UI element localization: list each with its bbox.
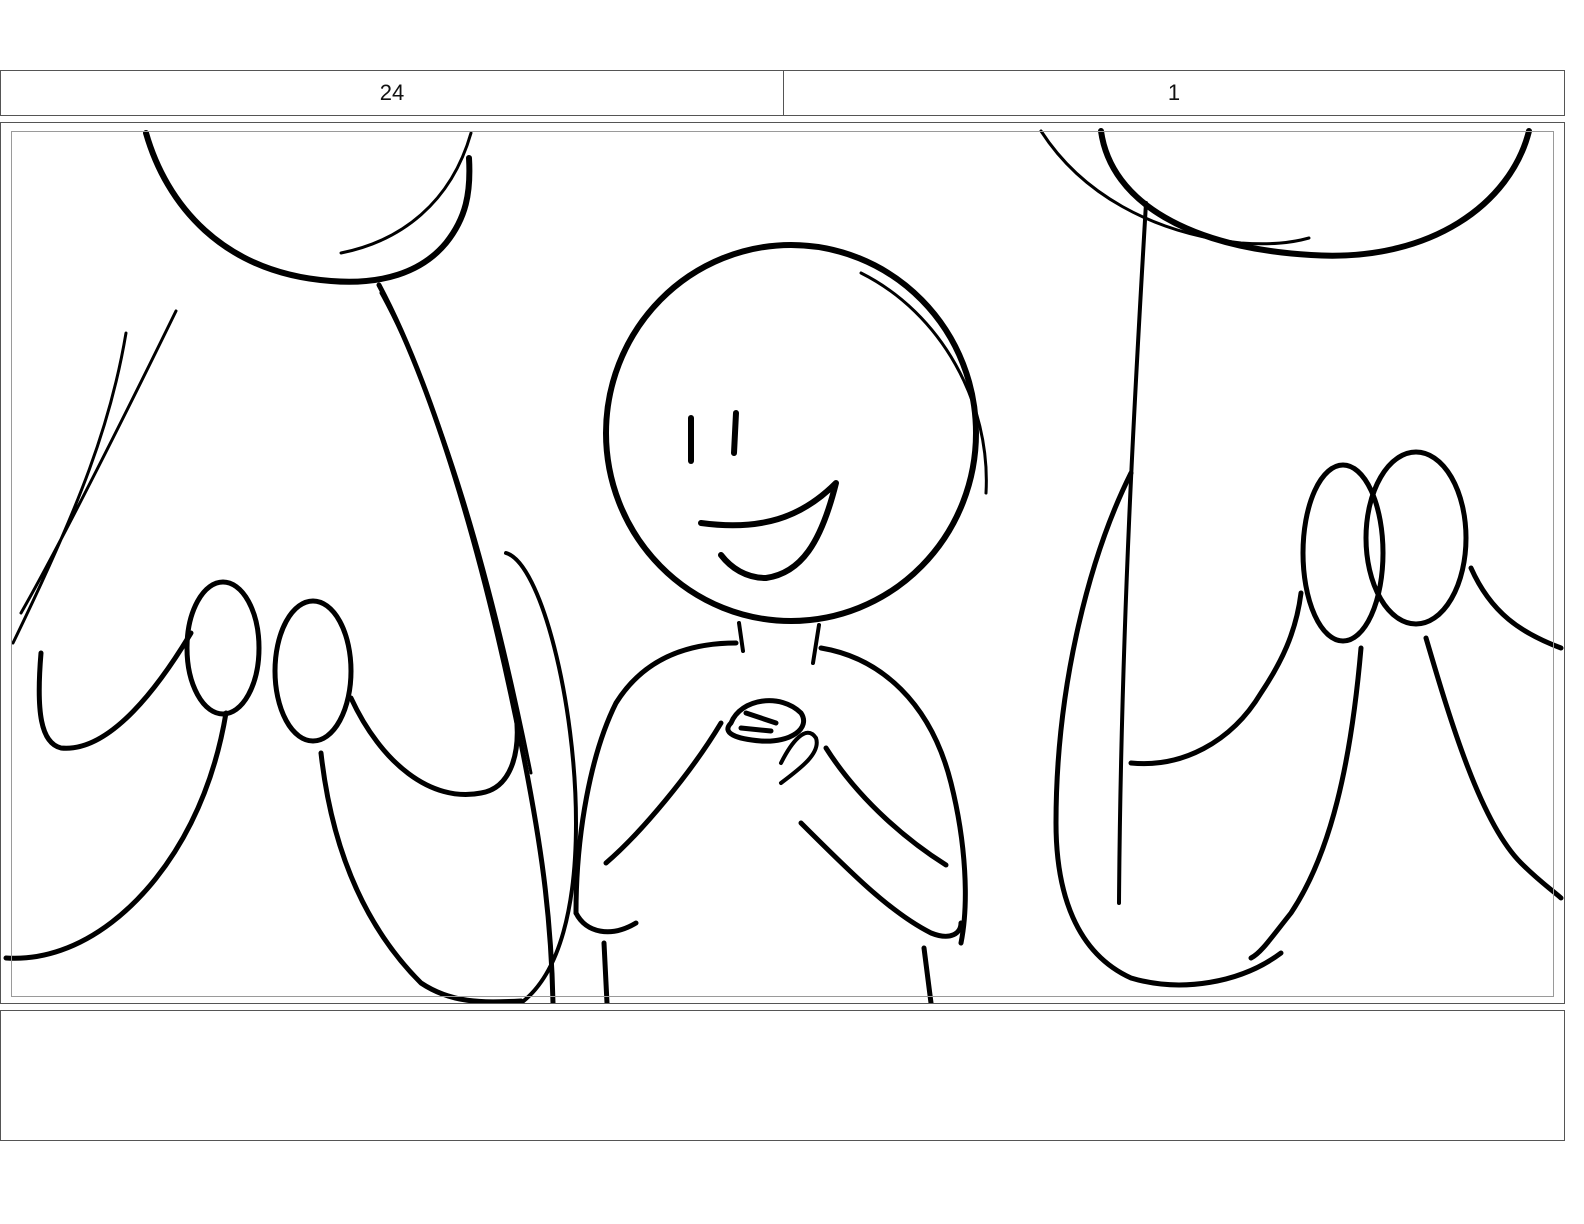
storyboard-header: 24 1: [0, 70, 1565, 116]
right-adult-right-side: [1423, 635, 1564, 901]
left-adult-right-hand: [272, 598, 354, 744]
left-adult-left-hand: [184, 579, 262, 717]
right-adult-line: [1117, 201, 1148, 905]
storyboard-sketch: [3, 128, 1564, 1003]
right-adult-left-hand: [1300, 462, 1386, 644]
child-right-shoulder: [818, 645, 968, 946]
left-adult-left-forearm: [36, 630, 194, 751]
right-adult-left-forearm: [1128, 590, 1304, 767]
right-adult-left-arm: [1053, 470, 1284, 988]
child-neck: [737, 621, 821, 665]
panel-number-cell: 1: [784, 71, 1564, 115]
right-adult-right-arm: [1468, 565, 1564, 651]
left-adult-head: [143, 130, 473, 285]
child-right-eye: [731, 410, 739, 456]
right-adult-head-sketch: [1039, 129, 1311, 246]
left-adult-right-side-sketch: [379, 291, 533, 775]
child-left-elbow: [573, 910, 639, 935]
scene-number: 24: [379, 80, 405, 105]
right-adult-head: [1098, 128, 1532, 259]
child-right-lower: [798, 820, 964, 939]
left-adult-right-side: [376, 282, 556, 1003]
storyboard-panel: [0, 122, 1565, 1004]
scene-number-cell: 24: [1, 71, 784, 115]
left-adult-right-arm-back: [504, 551, 578, 1003]
child-head: [603, 242, 979, 624]
child-left-forearm: [603, 720, 724, 866]
left-adult-right-forearm: [348, 695, 520, 797]
right-adult-lower: [1248, 645, 1364, 961]
left-adult-left-body: [3, 710, 229, 961]
child-left-leg: [601, 940, 610, 1003]
child-hands: [725, 698, 806, 744]
child-right-forearm: [823, 745, 949, 868]
child-left-shoulder: [573, 640, 739, 916]
child-smile: [698, 480, 839, 581]
panel-number: 1: [1167, 80, 1181, 105]
panel-notes[interactable]: [0, 1010, 1565, 1141]
left-adult-left-arm: [11, 309, 178, 645]
child-right-leg: [921, 945, 934, 1003]
